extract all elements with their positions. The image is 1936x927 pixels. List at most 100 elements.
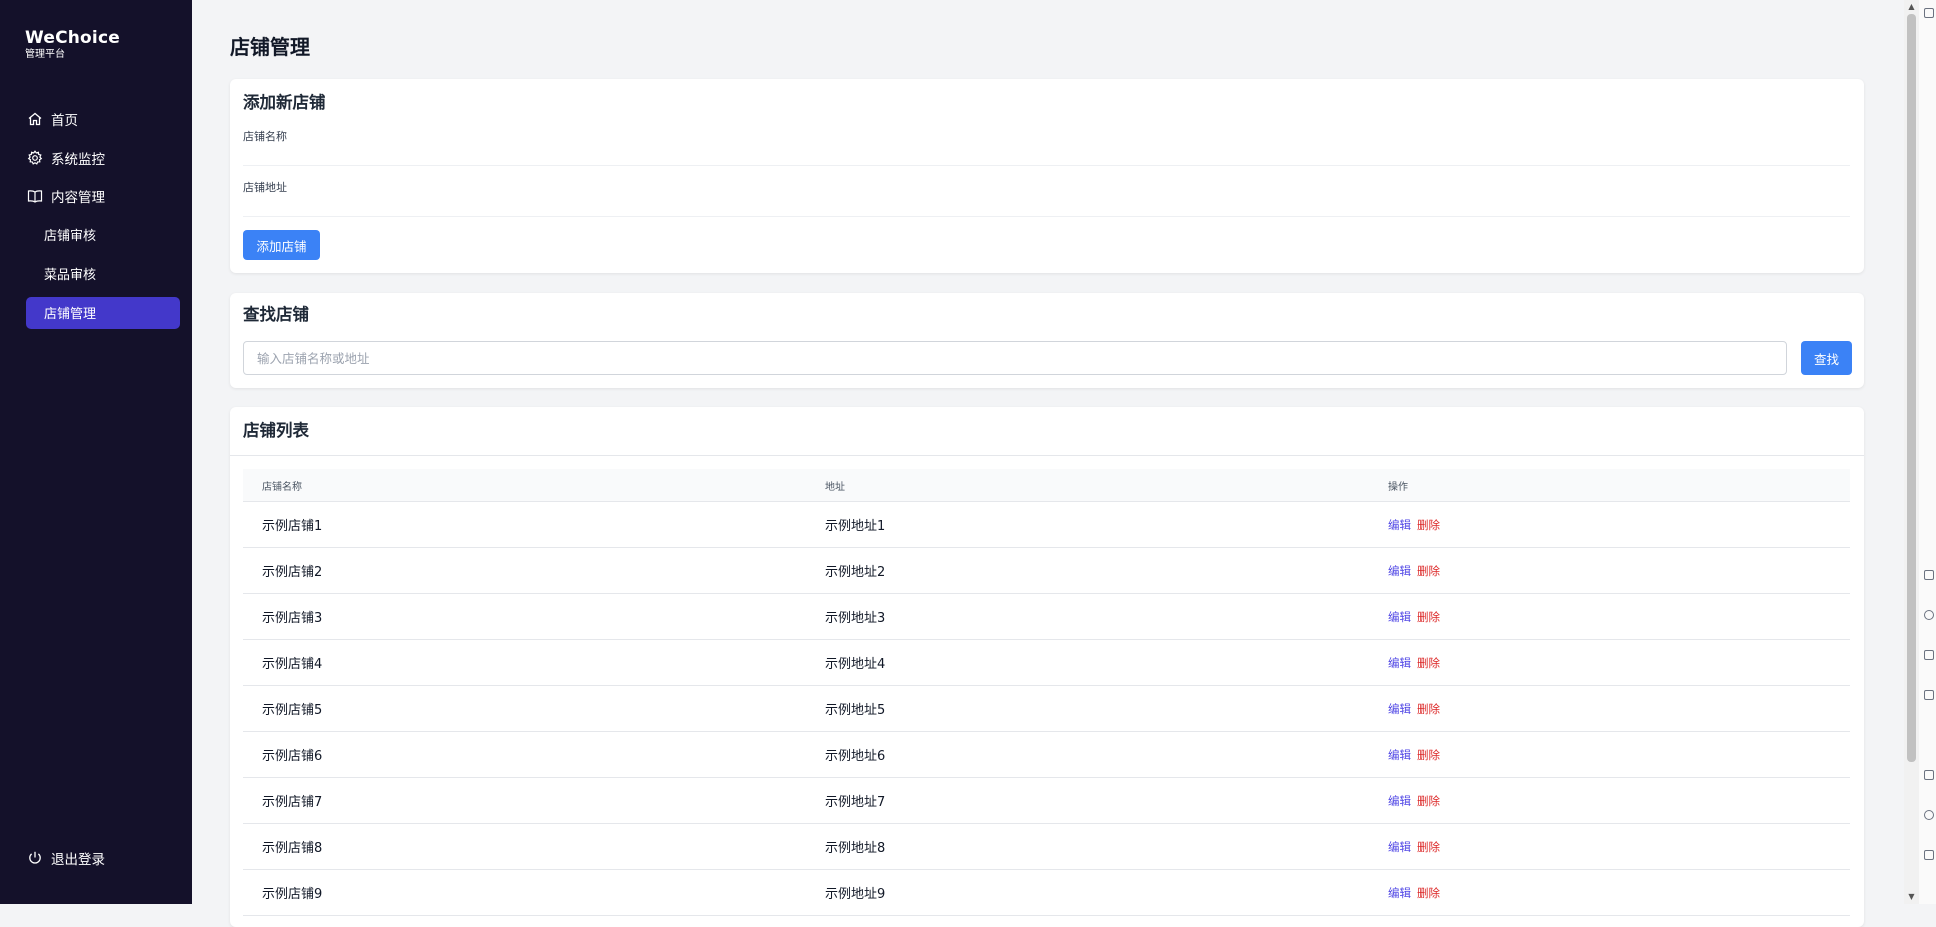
panel-tool-icon[interactable] (1924, 650, 1934, 660)
store-list-title: 店铺列表 (243, 421, 309, 440)
sidebar-item-label: 首页 (51, 113, 78, 129)
add-store-title: 添加新店铺 (243, 93, 326, 112)
store-address-cell: 示例地址5 (825, 703, 886, 718)
edit-link[interactable]: 编辑 (1388, 793, 1411, 809)
edit-link[interactable]: 编辑 (1388, 885, 1411, 901)
store-name-field[interactable] (243, 143, 1850, 165)
sidebar-subitem-store-management[interactable]: 店铺管理 (26, 296, 180, 329)
sidebar-item-monitor[interactable]: 系统监控 (26, 143, 180, 173)
home-icon (26, 110, 44, 128)
delete-link[interactable]: 删除 (1417, 655, 1440, 671)
sidebar-subitem-store-review[interactable]: 店铺审核 (26, 220, 180, 250)
sidebar-nav: 首页 系统监控 内容管理 店铺审核 菜品审核 店铺管理 (26, 104, 180, 337)
table-body: 示例店铺1 示例地址1 编辑 删除 示例店铺2 示例地址2 编辑 删除 示例店铺3 … (243, 502, 1850, 916)
table-row: 示例店铺9 示例地址9 编辑 删除 (243, 870, 1850, 916)
logout-button[interactable]: 退出登录 (26, 848, 105, 868)
column-header-actions: 操作 (1388, 481, 1408, 493)
panel-tool-icon[interactable] (1924, 810, 1934, 820)
actions-cell: 编辑 删除 (1369, 655, 1850, 671)
store-address-cell: 示例地址2 (825, 565, 886, 580)
browser-side-panel (1919, 0, 1936, 904)
edit-link[interactable]: 编辑 (1388, 517, 1411, 533)
search-store-title: 查找店铺 (243, 305, 309, 324)
panel-tool-icon[interactable] (1924, 570, 1934, 580)
add-store-card: 添加新店铺 店铺名称 店铺地址 添加店铺 (230, 79, 1864, 273)
sidebar: WeChoice 管理平台 首页 系统监控 内容管理 店铺审核 菜品审核 店铺管… (0, 0, 192, 904)
store-name-cell: 示例店铺9 (262, 887, 323, 902)
delete-link[interactable]: 删除 (1417, 609, 1440, 625)
search-input[interactable] (243, 341, 1787, 375)
store-name-cell: 示例店铺4 (262, 657, 323, 672)
store-name-cell: 示例店铺8 (262, 841, 323, 856)
power-icon (26, 849, 44, 867)
table-row: 示例店铺2 示例地址2 编辑 删除 (243, 548, 1850, 594)
edit-link[interactable]: 编辑 (1388, 609, 1411, 625)
scroll-down-arrow-icon[interactable]: ▼ (1907, 892, 1916, 902)
sidebar-subitem-label: 店铺管理 (44, 307, 97, 322)
divider (230, 455, 1864, 456)
divider (243, 165, 1850, 166)
delete-link[interactable]: 删除 (1417, 793, 1440, 809)
divider (243, 216, 1850, 217)
store-address-cell: 示例地址9 (825, 887, 886, 902)
sidebar-subitem-label: 店铺审核 (44, 229, 97, 244)
store-address-cell: 示例地址8 (825, 841, 886, 856)
page-title: 店铺管理 (230, 35, 310, 59)
delete-link[interactable]: 删除 (1417, 563, 1440, 579)
table-row: 示例店铺5 示例地址5 编辑 删除 (243, 686, 1850, 732)
sidebar-item-content[interactable]: 内容管理 (26, 181, 180, 211)
panel-tool-icon[interactable] (1924, 850, 1934, 860)
actions-cell: 编辑 删除 (1369, 747, 1850, 763)
brand-title: WeChoice (25, 28, 120, 48)
panel-tool-icon[interactable] (1924, 690, 1934, 700)
column-header-name: 店铺名称 (262, 481, 302, 493)
book-icon (26, 187, 44, 205)
logout-label: 退出登录 (51, 852, 105, 868)
actions-cell: 编辑 删除 (1369, 701, 1850, 717)
table-row: 示例店铺3 示例地址3 编辑 删除 (243, 594, 1850, 640)
store-address-cell: 示例地址7 (825, 795, 886, 810)
sidebar-subitem-dish-review[interactable]: 菜品审核 (26, 258, 180, 288)
store-list-card: 店铺列表 店铺名称 地址 操作 示例店铺1 示例地址1 编辑 删除 示例店铺2 示… (230, 407, 1864, 927)
store-name-cell: 示例店铺7 (262, 795, 323, 810)
delete-link[interactable]: 删除 (1417, 517, 1440, 533)
table-row: 示例店铺4 示例地址4 编辑 删除 (243, 640, 1850, 686)
store-address-cell: 示例地址4 (825, 657, 886, 672)
actions-cell: 编辑 删除 (1369, 563, 1850, 579)
edit-link[interactable]: 编辑 (1388, 563, 1411, 579)
delete-link[interactable]: 删除 (1417, 701, 1440, 717)
edit-link[interactable]: 编辑 (1388, 747, 1411, 763)
actions-cell: 编辑 删除 (1369, 885, 1850, 901)
scroll-up-arrow-icon[interactable]: ▲ (1907, 2, 1916, 12)
panel-tool-icon[interactable] (1924, 770, 1934, 780)
actions-cell: 编辑 删除 (1369, 517, 1850, 533)
sidebar-item-label: 系统监控 (51, 151, 105, 168)
search-store-card: 查找店铺 查找 (230, 293, 1864, 388)
store-name-cell: 示例店铺5 (262, 703, 323, 718)
store-name-cell: 示例店铺2 (262, 565, 323, 580)
edit-link[interactable]: 编辑 (1388, 839, 1411, 855)
delete-link[interactable]: 删除 (1417, 747, 1440, 763)
page-scrollbar[interactable]: ▲ ▼ (1904, 0, 1919, 904)
actions-cell: 编辑 删除 (1369, 609, 1850, 625)
store-name-cell: 示例店铺6 (262, 749, 323, 764)
scrollbar-thumb[interactable] (1907, 14, 1916, 762)
sidebar-item-label: 内容管理 (51, 190, 105, 206)
store-address-cell: 示例地址6 (825, 749, 886, 764)
panel-tool-icon[interactable] (1924, 8, 1934, 18)
edit-link[interactable]: 编辑 (1388, 701, 1411, 717)
search-button[interactable]: 查找 (1801, 341, 1852, 375)
delete-link[interactable]: 删除 (1417, 839, 1440, 855)
add-store-button[interactable]: 添加店铺 (243, 230, 320, 260)
sidebar-item-home[interactable]: 首页 (26, 104, 180, 134)
actions-cell: 编辑 删除 (1369, 793, 1850, 809)
store-address-label: 店铺地址 (243, 181, 287, 194)
delete-link[interactable]: 删除 (1417, 885, 1440, 901)
table-row: 示例店铺1 示例地址1 编辑 删除 (243, 502, 1850, 548)
store-address-field[interactable] (243, 194, 1850, 216)
store-name-cell: 示例店铺3 (262, 611, 323, 626)
gear-icon (26, 149, 44, 167)
edit-link[interactable]: 编辑 (1388, 655, 1411, 671)
table-row: 示例店铺6 示例地址6 编辑 删除 (243, 732, 1850, 778)
panel-tool-icon[interactable] (1924, 610, 1934, 620)
